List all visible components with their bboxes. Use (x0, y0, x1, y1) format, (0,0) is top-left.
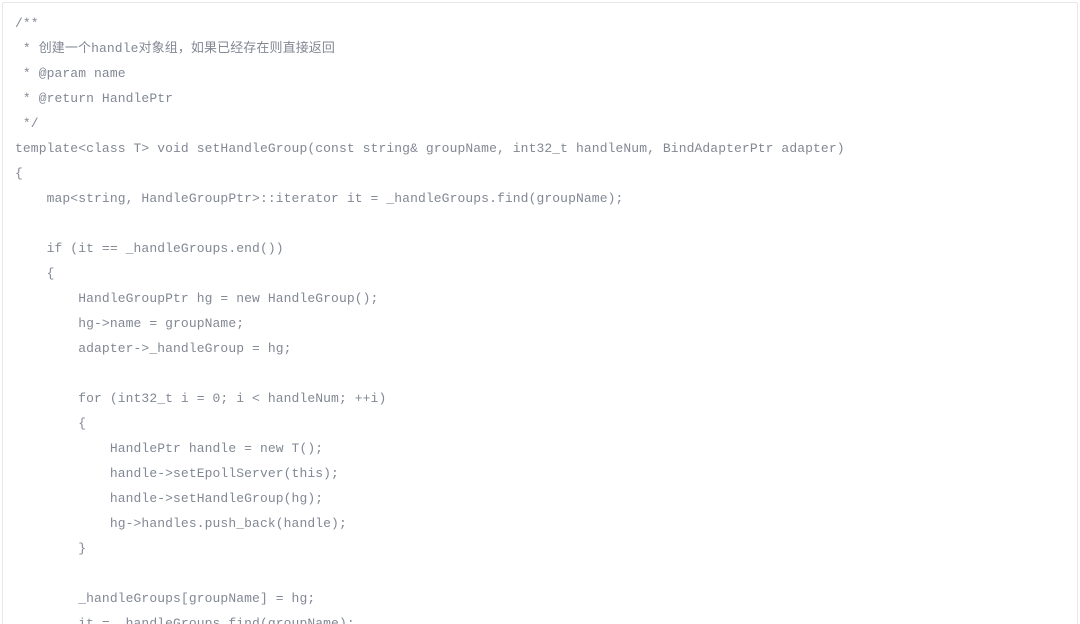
code-block: /** * 创建一个handle对象组，如果已经存在则直接返回 * @param… (2, 2, 1078, 624)
code-content: /** * 创建一个handle对象组，如果已经存在则直接返回 * @param… (15, 11, 1067, 624)
